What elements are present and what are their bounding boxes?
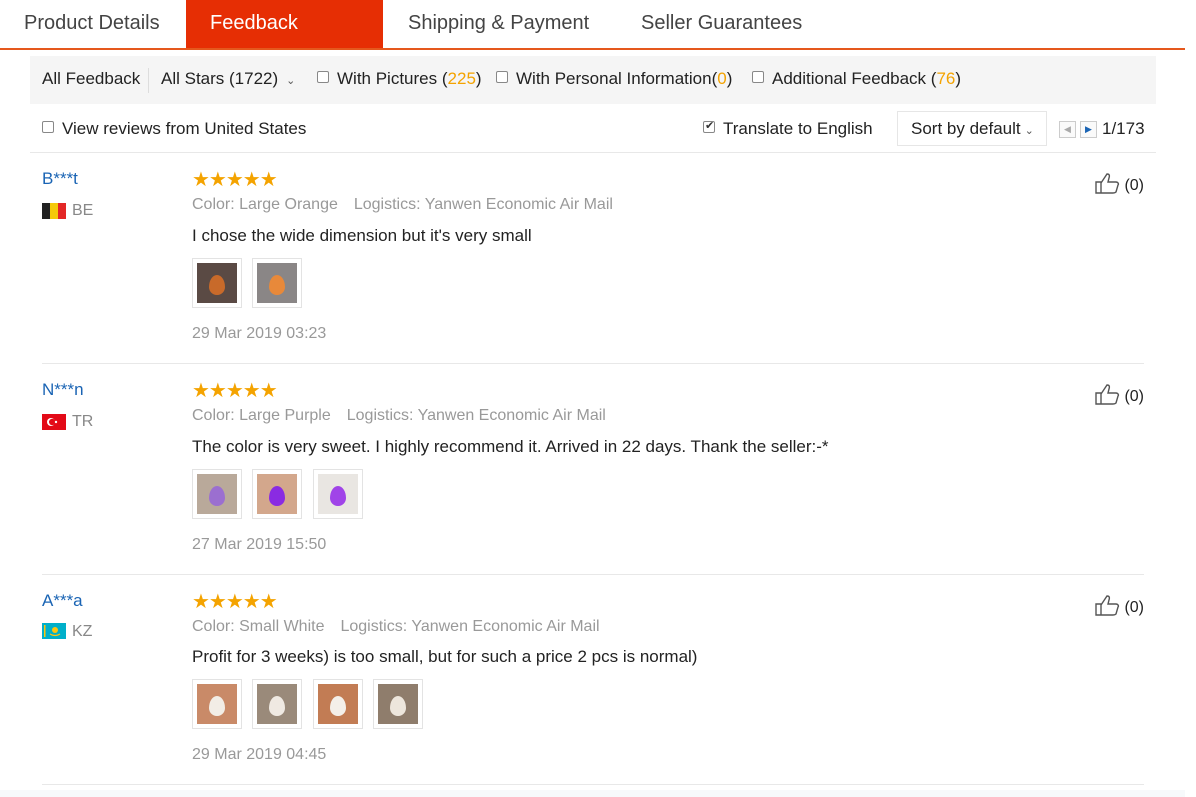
review-photo[interactable] [252, 679, 303, 729]
product-color: Color: Small White [192, 618, 325, 635]
review-text: The color is very sweet. I highly recomm… [192, 437, 829, 456]
personal-info-checkbox[interactable] [496, 71, 508, 83]
reviewer-country: TR [72, 413, 94, 430]
product-color: Color: Large Purple [192, 407, 331, 424]
translate-option[interactable]: Translate to English [703, 119, 873, 139]
tab-product-details[interactable]: Product Details [0, 0, 184, 48]
product-color: Color: Large Orange [192, 196, 338, 213]
view-us-label: View reviews from United States [62, 119, 307, 138]
scrollbar-rail[interactable] [1185, 0, 1196, 797]
additional-feedback-count: 76 [936, 69, 956, 88]
turkey-flag-icon [42, 414, 66, 430]
sort-dropdown[interactable]: Sort by default ⌄ [897, 111, 1047, 146]
with-pictures-label: With Pictures [337, 69, 438, 88]
thumbs-up-icon [1095, 384, 1120, 405]
divider [148, 68, 149, 93]
tab-seller-guarantees[interactable]: Seller Guarantees [617, 0, 826, 48]
review-text: Profit for 3 weeks) is too small, but fo… [192, 647, 698, 666]
logistics: Logistics: Yanwen Economic Air Mail [346, 407, 606, 424]
reviewer-country: KZ [72, 623, 93, 640]
all-stars-dropdown[interactable]: All Stars (1722) ⌄ [161, 69, 295, 89]
personal-info-filter[interactable]: With Personal Information(0) [496, 69, 732, 89]
all-stars-label: All Stars (1722) [161, 69, 279, 88]
chevron-down-icon: ⌄ [1024, 125, 1034, 137]
review-photo[interactable] [192, 469, 242, 519]
personal-info-label: With Personal Information [516, 69, 712, 88]
additional-feedback-filter[interactable]: Additional Feedback (76) [752, 69, 961, 89]
reviewer-name[interactable]: B***t [42, 169, 78, 189]
logistics: Logistics: Yanwen Economic Air Mail [340, 618, 600, 635]
review-photo[interactable] [312, 469, 363, 519]
prev-page-button[interactable]: ◀ [1059, 121, 1076, 138]
review-photo[interactable] [192, 679, 242, 729]
helpful-count: (0) [1124, 177, 1144, 194]
review-item: B***t BE ★★★★★ Color: Large Orange Logist… [42, 153, 1144, 364]
kazakhstan-flag-icon [42, 623, 66, 639]
chevron-down-icon: ⌄ [286, 75, 296, 87]
review-item: N***n TR ★★★★★ Color: Large Purple Logist… [42, 364, 1144, 575]
review-photo[interactable] [252, 258, 303, 308]
review-photos [192, 469, 369, 521]
additional-feedback-checkbox[interactable] [752, 71, 764, 83]
logistics: Logistics: Yanwen Economic Air Mail [353, 196, 613, 213]
helpful-count: (0) [1124, 388, 1144, 405]
with-pictures-count: 225 [447, 69, 476, 88]
translate-checkbox[interactable] [703, 119, 715, 133]
next-page-button[interactable]: ▶ [1080, 121, 1097, 138]
page-indicator: 1/173 [1102, 119, 1145, 138]
personal-info-count: 0 [717, 69, 727, 88]
helpful-button[interactable]: (0) [1095, 383, 1144, 406]
review-item: A***a KZ ★★★★★ Color: Small White Logisti… [42, 575, 1144, 785]
reviewer-name[interactable]: A***a [42, 591, 83, 611]
with-pictures-filter[interactable]: With Pictures (225) [317, 69, 482, 89]
reviewer-country: BE [72, 202, 94, 219]
helpful-count: (0) [1124, 599, 1144, 616]
star-rating: ★★★★★ [192, 591, 278, 613]
review-meta: Color: Small White Logistics: Yanwen Econ… [192, 618, 600, 636]
review-photo[interactable] [312, 679, 363, 729]
sort-label: Sort by default [911, 119, 1021, 138]
review-photo[interactable] [252, 469, 303, 519]
belgium-flag-icon [42, 203, 66, 219]
review-date: 29 Mar 2019 03:23 [192, 325, 327, 342]
review-date: 29 Mar 2019 04:45 [192, 746, 327, 763]
next-review-stub [0, 790, 1196, 797]
feedback-filter-bar: All Feedback All Stars (1722) ⌄ With Pict… [30, 56, 1156, 104]
tab-bar: Product Details Feedback (1722) Shipping… [0, 0, 1185, 80]
star-rating: ★★★★★ [192, 380, 278, 402]
translate-label: Translate to English [723, 119, 873, 138]
additional-feedback-label: Additional Feedback [772, 69, 927, 88]
review-meta: Color: Large Orange Logistics: Yanwen Eco… [192, 196, 613, 214]
tab-shipping-payment[interactable]: Shipping & Payment [384, 0, 613, 48]
review-date: 27 Mar 2019 15:50 [192, 536, 327, 553]
view-us-checkbox[interactable] [42, 121, 54, 133]
view-us-option[interactable]: View reviews from United States [42, 119, 306, 139]
tab-feedback[interactable]: Feedback (1722) [186, 0, 383, 80]
review-photo[interactable] [373, 679, 424, 729]
review-photos [192, 679, 429, 731]
thumbs-up-icon [1095, 595, 1120, 616]
with-pictures-checkbox[interactable] [317, 71, 329, 83]
review-photos [192, 258, 308, 310]
reviewer-name[interactable]: N***n [42, 380, 84, 400]
review-photo[interactable] [192, 258, 242, 308]
all-feedback-filter[interactable]: All Feedback [42, 69, 140, 89]
helpful-button[interactable]: (0) [1095, 594, 1144, 617]
review-meta: Color: Large Purple Logistics: Yanwen Eco… [192, 407, 606, 425]
thumbs-up-icon [1095, 173, 1120, 194]
helpful-button[interactable]: (0) [1095, 172, 1144, 195]
star-rating: ★★★★★ [192, 169, 278, 191]
review-text: I chose the wide dimension but it's very… [192, 226, 532, 245]
